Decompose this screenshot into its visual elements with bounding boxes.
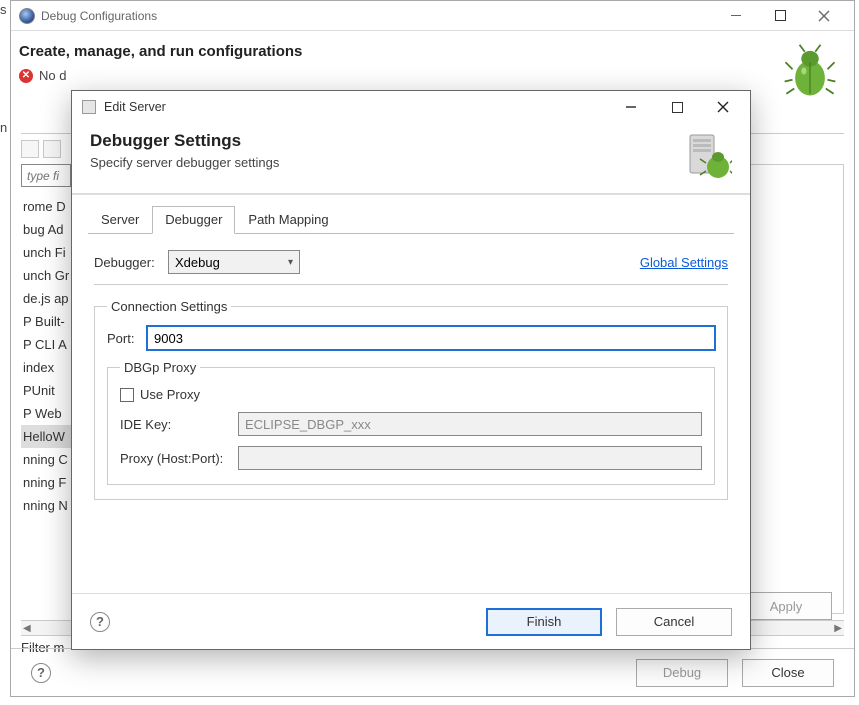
dbgp-proxy-group: DBGp Proxy Use Proxy IDE Key: Proxy (Hos…: [107, 360, 715, 485]
tree-item[interactable]: PUnit: [21, 379, 71, 402]
proxy-host-label: Proxy (Host:Port):: [120, 451, 238, 466]
config-filter-input[interactable]: [21, 164, 71, 187]
tree-item[interactable]: unch Gr: [21, 264, 71, 287]
back-heading: Create, manage, and run configurations: [19, 43, 782, 60]
front-close-button[interactable]: [700, 92, 746, 122]
debugger-label: Debugger:: [94, 255, 168, 270]
tree-item[interactable]: de.js ap: [21, 287, 71, 310]
tree-item[interactable]: nning C: [21, 448, 71, 471]
front-subheading: Specify server debugger settings: [90, 155, 684, 170]
tree-item[interactable]: P CLI A: [21, 333, 71, 356]
tree-item[interactable]: P Web: [21, 402, 71, 425]
toolbar-icon-1[interactable]: [21, 140, 39, 158]
global-settings-link[interactable]: Global Settings: [640, 255, 728, 270]
tab-bar: ServerDebuggerPath Mapping: [88, 205, 734, 234]
tree-item[interactable]: nning F: [21, 471, 71, 494]
front-header: Debugger Settings Specify server debugge…: [72, 123, 750, 193]
back-titlebar: Debug Configurations: [11, 1, 854, 31]
debugger-dropdown[interactable]: Xdebug: [168, 250, 300, 274]
tree-item[interactable]: bug Ad: [21, 218, 71, 241]
tree-item[interactable]: index: [21, 356, 71, 379]
use-proxy-checkbox[interactable]: Use Proxy: [120, 387, 200, 402]
back-close-button[interactable]: [802, 1, 846, 31]
close-button[interactable]: Close: [742, 659, 834, 687]
front-maximize-button[interactable]: [654, 92, 700, 122]
front-minimize-button[interactable]: [608, 92, 654, 122]
config-tree[interactable]: rome Dbug Adunch Fiunch Grde.js apP Buil…: [21, 195, 71, 517]
tab-debugger[interactable]: Debugger: [152, 206, 235, 234]
bug-image: [782, 43, 838, 99]
debugger-value: Xdebug: [175, 255, 220, 270]
back-window-title: Debug Configurations: [41, 9, 157, 23]
connection-legend: Connection Settings: [107, 299, 231, 314]
error-icon: ✕: [19, 69, 33, 83]
tree-item[interactable]: HelloW: [21, 425, 71, 448]
edit-server-dialog: Edit Server Debugger Settings Specify se…: [71, 90, 751, 650]
tree-item[interactable]: P Built-: [21, 310, 71, 333]
toolbar-icon-2[interactable]: [43, 140, 61, 158]
back-minimize-button[interactable]: [714, 1, 758, 31]
apply-button[interactable]: Apply: [740, 592, 832, 620]
cancel-button[interactable]: Cancel: [616, 608, 732, 636]
finish-button[interactable]: Finish: [486, 608, 602, 636]
server-icon: [82, 100, 96, 114]
back-error-text: No d: [39, 68, 66, 83]
front-titlebar: Edit Server: [72, 91, 750, 123]
connection-settings-group: Connection Settings Port: DBGp Proxy Use…: [94, 299, 728, 500]
tree-item[interactable]: nning N: [21, 494, 71, 517]
front-heading: Debugger Settings: [90, 131, 684, 151]
back-help-icon[interactable]: ?: [31, 663, 51, 683]
tab-server[interactable]: Server: [88, 206, 152, 234]
port-input[interactable]: [147, 326, 715, 350]
checkbox-icon: [120, 388, 134, 402]
tree-item[interactable]: unch Fi: [21, 241, 71, 264]
tree-item[interactable]: rome D: [21, 195, 71, 218]
tab-path-mapping[interactable]: Path Mapping: [235, 206, 341, 234]
use-proxy-label: Use Proxy: [140, 387, 200, 402]
port-label: Port:: [107, 331, 147, 346]
ide-key-input: [238, 412, 702, 436]
front-window-title: Edit Server: [104, 100, 166, 114]
proxy-host-input: [238, 446, 702, 470]
eclipse-icon: [19, 8, 35, 24]
ide-key-label: IDE Key:: [120, 417, 238, 432]
back-maximize-button[interactable]: [758, 1, 802, 31]
debug-button[interactable]: Debug: [636, 659, 728, 687]
front-help-icon[interactable]: ?: [90, 612, 110, 632]
server-bug-image: [684, 131, 732, 179]
proxy-legend: DBGp Proxy: [120, 360, 200, 375]
